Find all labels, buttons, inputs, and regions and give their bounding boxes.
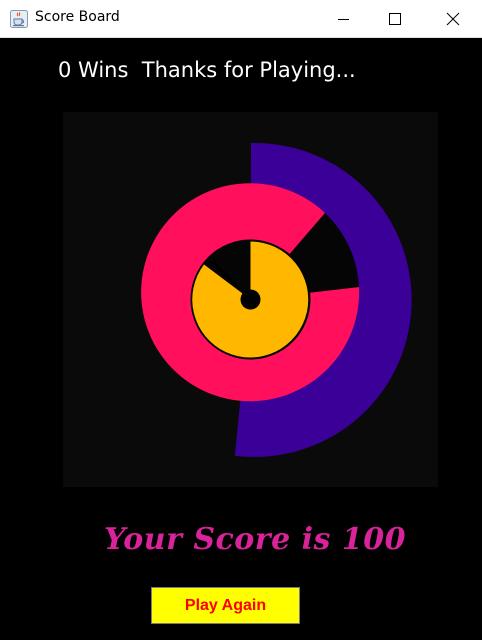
ring-board-graphic[interactable] [63,112,438,487]
window-title: Score Board [35,9,120,25]
title-bar[interactable]: Score Board [0,0,482,38]
ring-game-board[interactable] [63,112,438,487]
close-button[interactable] [428,0,480,38]
wins-status-text: 0 Wins Thanks for Playing... [58,58,356,82]
close-icon [446,12,460,26]
score-text: Your Score is 100 [103,522,406,557]
java-coffee-icon [10,10,28,28]
maximize-icon [389,13,401,25]
play-again-button[interactable]: Play Again [151,587,300,624]
maximize-button[interactable] [370,0,422,38]
score-board-window: Score Board 0 Wins Thanks for Playing... [0,0,482,640]
minimize-icon [338,19,349,20]
minimize-button[interactable] [318,0,370,38]
